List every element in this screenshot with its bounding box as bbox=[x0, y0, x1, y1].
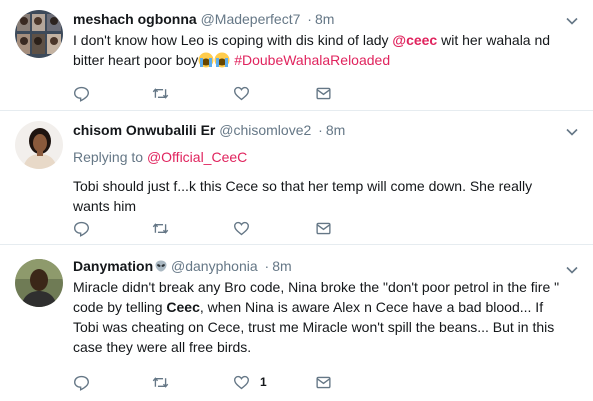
like-button[interactable] bbox=[233, 218, 260, 238]
avatar[interactable] bbox=[15, 10, 63, 58]
separator-dot: · bbox=[264, 258, 270, 274]
tweet-time[interactable]: 8m bbox=[315, 11, 334, 27]
reply-button[interactable] bbox=[73, 372, 100, 392]
reply-icon bbox=[74, 86, 89, 102]
tweet-header: Danymation @danyphonia · 8m bbox=[73, 257, 567, 276]
dm-icon bbox=[316, 376, 331, 388]
user-screen-name[interactable]: @Madeperfect7 bbox=[201, 11, 301, 27]
chevron-down-icon[interactable] bbox=[565, 125, 579, 139]
tweet-text: I don't know how Leo is coping with dis … bbox=[73, 30, 567, 70]
tweet-actions bbox=[73, 218, 343, 238]
bold-mention: Ceec bbox=[166, 299, 200, 315]
retweet-button[interactable] bbox=[152, 372, 179, 392]
reply-button[interactable] bbox=[73, 218, 100, 238]
reply-icon bbox=[74, 221, 89, 237]
replying-to-handle[interactable]: @Official_CeeC bbox=[147, 149, 247, 165]
user-screen-name[interactable]: @danyphonia bbox=[171, 258, 258, 274]
user-screen-name[interactable]: @chisomlove2 bbox=[219, 122, 311, 138]
dm-icon bbox=[316, 222, 331, 234]
like-count: 1 bbox=[260, 375, 267, 389]
separator-dot: · bbox=[318, 122, 323, 138]
like-icon bbox=[234, 86, 249, 100]
text-segment: I don't know how Leo is coping with dis … bbox=[73, 32, 393, 48]
retweet-button[interactable] bbox=[152, 83, 179, 103]
dm-icon bbox=[316, 87, 331, 99]
user-fullname[interactable]: Danymation bbox=[73, 258, 153, 274]
retweet-icon bbox=[152, 222, 169, 234]
dm-button[interactable] bbox=[315, 83, 332, 103]
retweet-icon bbox=[152, 87, 169, 99]
tweet-time[interactable]: 8m bbox=[272, 258, 291, 274]
crying-emoji-icon bbox=[214, 52, 230, 68]
like-button[interactable] bbox=[233, 83, 260, 103]
tweet-3[interactable]: Danymation @danyphonia · 8m Miracle didn'… bbox=[0, 245, 593, 401]
chevron-down-icon[interactable] bbox=[565, 263, 579, 277]
tweet-time[interactable]: 8m bbox=[326, 122, 345, 138]
tweet-text: Miracle didn't break any Bro code, Nina … bbox=[73, 277, 567, 357]
tweet-2[interactable]: chisom Onwubalili Er @chisomlove2 · 8m Re… bbox=[0, 111, 593, 245]
tweet-1[interactable]: meshach ogbonna @Madeperfect7 · 8m I don'… bbox=[0, 0, 593, 111]
user-fullname[interactable]: meshach ogbonna bbox=[73, 11, 197, 27]
tweet-header: chisom Onwubalili Er @chisomlove2 · 8m bbox=[73, 121, 567, 140]
hashtag-link[interactable]: #DoubeWahalaReloaded bbox=[234, 52, 390, 68]
alien-emoji-icon bbox=[155, 260, 167, 272]
like-icon bbox=[234, 221, 249, 235]
tweet-actions: 1 bbox=[73, 372, 343, 392]
retweet-icon bbox=[152, 376, 169, 388]
user-fullname[interactable]: chisom Onwubalili Er bbox=[73, 122, 215, 138]
reply-button[interactable] bbox=[73, 83, 100, 103]
avatar[interactable] bbox=[15, 259, 63, 307]
replying-to-label: Replying to bbox=[73, 149, 144, 165]
dm-button[interactable] bbox=[315, 372, 332, 392]
separator-dot: · bbox=[307, 11, 312, 27]
replying-to: Replying to @Official_CeeC bbox=[73, 148, 567, 167]
crying-emoji-icon bbox=[198, 52, 214, 68]
tweet-text: Tobi should just f...k this Cece so that… bbox=[73, 178, 533, 214]
tweet-actions bbox=[73, 83, 343, 103]
retweet-button[interactable] bbox=[152, 218, 179, 238]
tweet-header: meshach ogbonna @Madeperfect7 · 8m bbox=[73, 10, 567, 29]
reply-icon bbox=[74, 375, 89, 391]
mention-link[interactable]: @ceec bbox=[392, 32, 437, 48]
like-button[interactable]: 1 bbox=[233, 372, 267, 392]
like-icon bbox=[234, 375, 249, 389]
dm-button[interactable] bbox=[315, 218, 332, 238]
avatar[interactable] bbox=[15, 121, 63, 169]
chevron-down-icon[interactable] bbox=[565, 14, 579, 28]
